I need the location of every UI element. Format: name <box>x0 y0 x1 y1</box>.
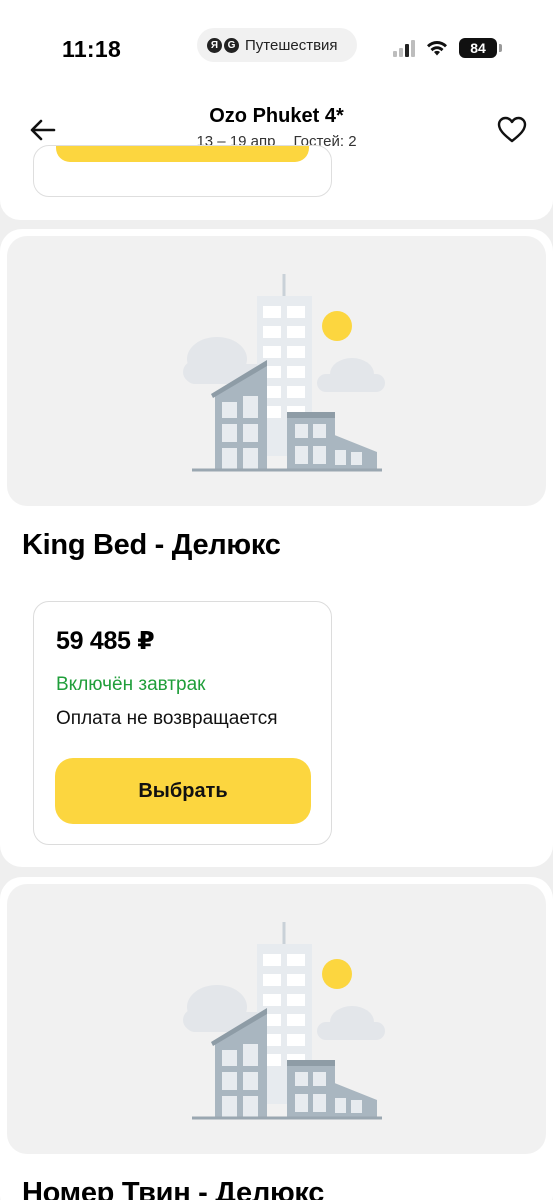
building-placeholder-icon <box>183 922 385 1120</box>
wifi-icon <box>427 40 447 56</box>
previous-select-button[interactable] <box>56 146 309 162</box>
battery-icon: 84 <box>459 38 502 58</box>
building-placeholder-icon <box>183 274 385 472</box>
battery-level: 84 <box>470 40 486 56</box>
room-name: King Bed - Делюкс <box>22 529 281 561</box>
room-card: Номер Твин - Делюкс <box>0 877 553 1200</box>
previous-offer-card <box>33 145 332 197</box>
hotel-rooms-screen: 11:18 Я G Путешествия 84 Ozo Phuket 4* 1… <box>0 0 553 1200</box>
room-card: King Bed - Делюкс 59 485 ₽ Включён завтр… <box>0 229 553 867</box>
refund-policy: Оплата не возвращается <box>56 708 278 729</box>
heart-outline-icon <box>497 116 527 142</box>
app-name: Путешествия <box>245 36 338 54</box>
room-photo-placeholder[interactable] <box>7 884 546 1154</box>
room-photo-placeholder[interactable] <box>7 236 546 506</box>
meal-info: Включён завтрак <box>56 674 206 695</box>
hotel-name: Ozo Phuket 4* <box>209 105 344 127</box>
status-time: 11:18 <box>62 36 122 62</box>
status-bar: 11:18 Я G Путешествия 84 <box>0 0 553 95</box>
return-to-app-pill[interactable]: Я G Путешествия <box>197 28 357 62</box>
offer-price: 59 485 ₽ <box>56 627 155 655</box>
offer-card: 59 485 ₽ Включён завтрак Оплата не возвр… <box>33 601 332 845</box>
system-icons: 84 <box>393 38 502 58</box>
previous-room-card <box>0 145 553 220</box>
cellular-signal-icon <box>393 39 415 57</box>
room-name: Номер Твин - Делюкс <box>22 1177 325 1200</box>
yandex-logo-icon: Я G <box>207 37 239 53</box>
logo-letter: G <box>224 37 239 53</box>
logo-letter: Я <box>207 37 222 53</box>
select-offer-button[interactable]: Выбрать <box>55 758 311 824</box>
favorite-button[interactable] <box>494 111 530 147</box>
